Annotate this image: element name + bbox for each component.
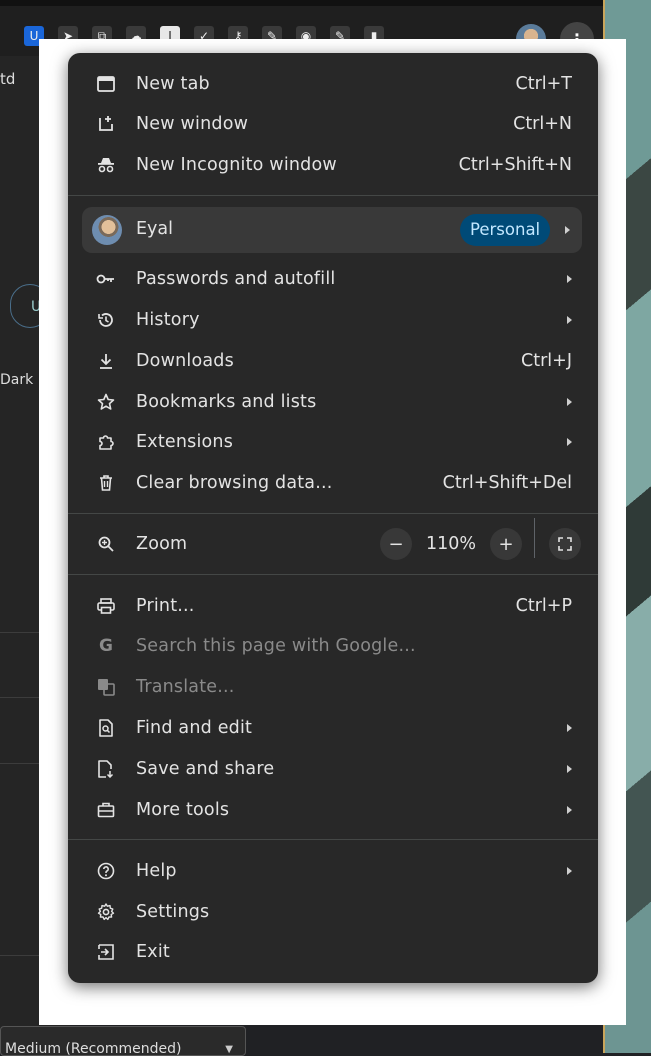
menu-item-label: Print... <box>136 596 195 616</box>
menu-separator <box>68 574 598 575</box>
menu-item-label: New Incognito window <box>136 155 337 175</box>
divider <box>0 955 40 956</box>
menu-separator <box>68 513 598 514</box>
shortcut-label: Ctrl+N <box>513 114 572 134</box>
shortcut-label: Ctrl+T <box>515 74 573 94</box>
find-in-page-icon <box>96 718 116 738</box>
toolbox-icon <box>96 800 116 820</box>
menu-item-new-window[interactable]: New window Ctrl+N <box>68 104 598 144</box>
submenu-arrow-icon <box>567 398 572 406</box>
zoom-level: 110% <box>426 534 477 554</box>
menu-item-downloads[interactable]: Downloads Ctrl+J <box>68 341 598 381</box>
new-tab-icon <box>96 74 116 94</box>
menu-item-zoom: Zoom − 110% + <box>68 518 598 564</box>
background-text: td <box>0 70 16 88</box>
menu-item-new-incognito[interactable]: New Incognito window Ctrl+Shift+N <box>68 145 598 185</box>
menu-item-save-and-share[interactable]: Save and share <box>68 749 598 789</box>
shortcut-label: Ctrl+P <box>515 596 572 616</box>
save-share-icon <box>96 759 116 779</box>
menu-item-print[interactable]: Print... Ctrl+P <box>68 586 598 626</box>
menu-item-label: Zoom <box>136 534 188 554</box>
submenu-arrow-icon <box>567 765 572 773</box>
incognito-icon <box>96 155 116 175</box>
submenu-arrow-icon <box>567 438 572 446</box>
history-icon <box>96 310 116 330</box>
menu-item-settings[interactable]: Settings <box>68 892 598 932</box>
menu-item-label: Bookmarks and lists <box>136 392 317 412</box>
menu-separator <box>68 839 598 840</box>
profile-badge: Personal <box>460 214 551 246</box>
menu-item-label: Clear browsing data... <box>136 473 333 493</box>
divider <box>0 697 40 698</box>
zoom-in-button[interactable]: + <box>490 528 522 560</box>
chrome-app-menu: New tab Ctrl+T New window Ctrl+N New Inc… <box>68 53 598 983</box>
background-dark-label: Dark <box>0 372 34 388</box>
print-icon <box>96 596 116 616</box>
menu-item-translate: Translate... <box>68 667 598 707</box>
menu-item-label: Search this page with Google... <box>136 636 416 656</box>
menu-item-search-with-google: G Search this page with Google... <box>68 626 598 666</box>
fullscreen-button[interactable] <box>549 528 581 560</box>
key-icon <box>96 269 116 289</box>
avatar <box>92 215 122 245</box>
gear-icon <box>96 902 116 922</box>
menu-item-extensions[interactable]: Extensions <box>68 422 598 462</box>
shortcut-label: Ctrl+Shift+N <box>458 155 572 175</box>
fullscreen-icon <box>558 537 572 551</box>
menu-item-profile[interactable]: Eyal Personal <box>82 207 582 253</box>
shortcut-label: Ctrl+J <box>521 351 572 371</box>
new-window-icon <box>96 114 116 134</box>
zoom-out-button[interactable]: − <box>380 528 412 560</box>
menu-item-help[interactable]: Help <box>68 851 598 891</box>
menu-item-label: Help <box>136 861 177 881</box>
divider <box>0 763 40 764</box>
translate-icon <box>96 677 116 697</box>
menu-item-label: Save and share <box>136 759 275 779</box>
menu-item-clear-browsing-data[interactable]: Clear browsing data... Ctrl+Shift+Del <box>68 463 598 503</box>
menu-item-label: Find and edit <box>136 718 253 738</box>
submenu-arrow-icon <box>567 724 572 732</box>
submenu-arrow-icon <box>565 226 570 234</box>
exit-icon <box>96 942 116 962</box>
menu-item-label: Downloads <box>136 351 234 371</box>
menu-item-label: Extensions <box>136 432 234 452</box>
menu-item-label: Exit <box>136 942 170 962</box>
menu-item-find-and-edit[interactable]: Find and edit <box>68 708 598 748</box>
star-icon <box>96 392 116 412</box>
trash-icon <box>96 473 116 493</box>
google-g-icon: G <box>99 636 113 656</box>
menu-item-more-tools[interactable]: More tools <box>68 790 598 830</box>
zoom-divider <box>534 518 535 558</box>
menu-item-label: Translate... <box>136 677 235 697</box>
extensions-puzzle-icon <box>96 432 116 452</box>
menu-item-new-tab[interactable]: New tab Ctrl+T <box>68 64 598 104</box>
menu-item-passwords[interactable]: Passwords and autofill <box>68 259 598 299</box>
submenu-arrow-icon <box>567 275 572 283</box>
submenu-arrow-icon <box>567 806 572 814</box>
submenu-arrow-icon <box>567 316 572 324</box>
divider <box>0 632 40 633</box>
menu-item-label: Settings <box>136 902 210 922</box>
zoom-icon <box>96 534 116 554</box>
menu-item-exit[interactable]: Exit <box>68 932 598 972</box>
menu-item-label: New window <box>136 114 249 134</box>
menu-item-bookmarks[interactable]: Bookmarks and lists <box>68 382 598 422</box>
menu-item-label: New tab <box>136 74 210 94</box>
submenu-arrow-icon <box>567 867 572 875</box>
shortcut-label: Ctrl+Shift+Del <box>442 473 572 493</box>
menu-item-label: Passwords and autofill <box>136 269 336 289</box>
help-icon <box>96 861 116 881</box>
menu-item-label: History <box>136 310 200 330</box>
download-icon <box>96 351 116 371</box>
menu-item-label: More tools <box>136 800 230 820</box>
font-size-select[interactable]: Medium (Recommended) ▼ <box>0 1026 246 1056</box>
profile-name: Eyal <box>136 219 173 239</box>
menu-separator <box>68 195 598 196</box>
menu-item-history[interactable]: History <box>68 300 598 340</box>
